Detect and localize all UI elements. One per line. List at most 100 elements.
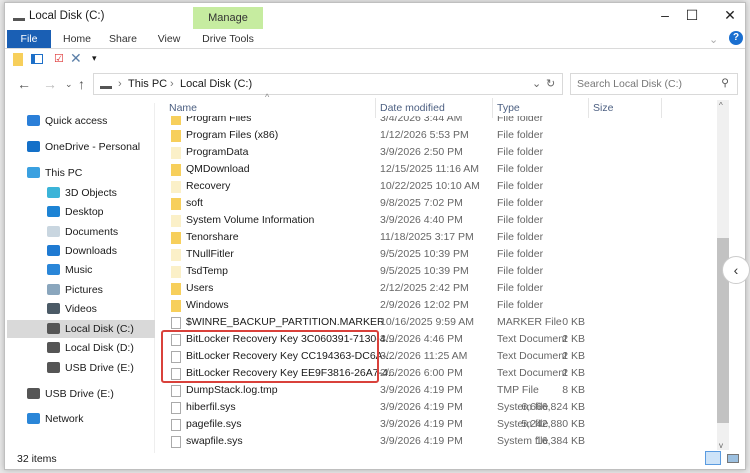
sidebar-item[interactable]: Videos [5,300,153,318]
sidebar-item[interactable]: USB Drive (E:) [5,385,153,403]
file-date: 9/5/2025 10:39 PM [380,265,469,277]
tab-drive-tools[interactable]: Drive Tools [193,30,263,48]
delete-icon[interactable]: ✕ [70,50,82,67]
refresh-icon[interactable]: ↻ [546,77,555,90]
file-row[interactable]: pagefile.sys 3/9/2026 4:19 PM System file 5… [155,416,715,433]
pane-icon[interactable] [31,54,43,64]
file-row[interactable]: QMDownload 12/15/2025 11:16 AM File folder [155,161,715,178]
file-row[interactable]: DumpStack.log.tmp 3/9/2026 4:19 PM TMP Fil… [155,382,715,399]
new-folder-icon[interactable] [13,53,23,66]
chevron-icon: › [170,78,174,90]
file-row[interactable]: TNullFitler 9/5/2025 10:39 PM File folder [155,246,715,263]
file-icon [171,317,181,329]
file-type: File folder [497,248,544,260]
column-header-name[interactable]: Name [169,100,197,117]
file-size: 8 KB [562,384,585,396]
sidebar-item[interactable]: This PC [5,164,153,182]
address-bar[interactable]: › This PC › Local Disk (C:) ⌄ ↻ [93,73,563,95]
sidebar-item[interactable]: Music [5,261,153,279]
file-row[interactable]: Program Files (x86) 1/12/2026 5:53 PM File… [155,127,715,144]
file-row[interactable]: soft 9/8/2025 7:02 PM File folder [155,195,715,212]
cube-icon [47,187,60,198]
sidebar-item[interactable]: Network [5,410,153,428]
sidebar-item-label: This PC [45,167,83,179]
sidebar-item[interactable]: OneDrive - Personal [5,138,153,156]
properties-icon[interactable]: ☑ [54,52,64,65]
sidebar-item[interactable]: USB Drive (E:) [5,359,153,377]
folder-icon [171,300,181,312]
folder-icon [171,181,181,193]
star-icon [27,115,40,126]
sidebar-item[interactable]: Local Disk (C:) [7,320,155,338]
column-header-date[interactable]: Date modified [380,100,445,117]
file-name: Windows [186,299,229,311]
tab-view[interactable]: View [150,30,188,48]
document-icon [47,226,60,237]
folder-icon [171,249,181,261]
file-name: System Volume Information [186,214,315,226]
chevron-down-icon[interactable]: ⌄ [709,33,718,46]
column-header-type[interactable]: Type [497,100,520,117]
sidebar-item-label: Local Disk (D:) [65,342,134,354]
sidebar-item[interactable]: 3D Objects [5,184,153,202]
sort-ascending-icon: ^ [265,92,270,102]
file-date: 3/9/2026 4:19 PM [380,401,463,413]
maximize-button[interactable]: ☐ [677,7,707,27]
sidebar-item[interactable]: Desktop [5,203,153,221]
column-divider[interactable] [661,98,662,118]
recent-locations-button[interactable]: ⌄ [65,79,73,90]
file-row[interactable]: Users 2/12/2025 2:42 PM File folder [155,280,715,297]
column-header-size[interactable]: Size [593,100,613,117]
up-button[interactable]: ↑ [78,76,85,92]
tab-manage[interactable]: Manage [193,7,263,29]
file-row[interactable]: swapfile.sys 3/9/2026 4:19 PM System file 1… [155,433,715,450]
collapse-handle[interactable]: ‹ [722,256,750,284]
breadcrumb-local-disk[interactable]: Local Disk (C:) [180,78,252,90]
drive-icon [100,79,112,89]
sidebar-item[interactable]: Quick access [5,112,153,130]
scroll-up-icon[interactable]: ^ [719,101,723,110]
search-placeholder: Search Local Disk (C:) [577,78,683,90]
minimize-button[interactable]: – [650,7,680,27]
scroll-down-icon[interactable]: v [719,441,723,450]
file-date: 2/6/2026 6:00 PM [380,367,463,379]
sidebar-item[interactable]: Pictures [5,281,153,299]
forward-button[interactable]: → [43,76,57,92]
back-button[interactable]: ← [17,76,31,92]
file-row[interactable]: ProgramData 3/9/2026 2:50 PM File folder [155,144,715,161]
column-divider[interactable] [588,98,589,118]
large-icons-view-icon[interactable] [727,454,739,463]
customize-toolbar-icon[interactable]: ▾ [92,53,97,64]
file-row[interactable]: TsdTemp 9/5/2025 10:39 PM File folder [155,263,715,280]
folder-icon [171,147,181,159]
folder-icon [171,283,181,295]
file-name: soft [186,197,203,209]
file-size: 2 KB [562,350,585,362]
file-icon [171,419,181,431]
file-row[interactable]: System Volume Information 3/9/2026 4:40 P… [155,212,715,229]
file-name: ProgramData [186,146,249,158]
tab-home[interactable]: Home [57,30,97,48]
breadcrumb-this-pc[interactable]: This PC [128,78,167,90]
search-input[interactable]: Search Local Disk (C:) ⚲ [570,73,738,95]
file-size: 2 KB [562,333,585,345]
tab-file[interactable]: File [7,30,51,48]
folder-icon [171,164,181,176]
sidebar-item[interactable]: Local Disk (D:) [5,339,153,357]
sidebar-item[interactable]: Documents [5,223,153,241]
file-date: 12/15/2025 11:16 AM [380,163,480,175]
file-row[interactable]: Recovery 10/22/2025 10:10 AM File folder [155,178,715,195]
file-row[interactable]: hiberfil.sys 3/9/2026 4:19 PM System file 6… [155,399,715,416]
file-date: 3/9/2026 4:40 PM [380,214,463,226]
column-divider[interactable] [492,98,493,118]
close-button[interactable]: ✕ [715,7,745,27]
details-view-icon[interactable] [705,451,721,465]
file-row[interactable]: $WINRE_BACKUP_PARTITION.MARKER 10/16/2025… [155,314,715,331]
file-row[interactable]: Tenorshare 11/18/2025 3:17 PM File folder [155,229,715,246]
sidebar-item[interactable]: Downloads [5,242,153,260]
column-divider[interactable] [375,98,376,118]
dropdown-icon[interactable]: ⌄ [532,77,541,90]
tab-share[interactable]: Share [103,30,143,48]
file-row[interactable]: Windows 2/9/2026 12:02 PM File folder [155,297,715,314]
help-icon[interactable]: ? [729,31,743,45]
